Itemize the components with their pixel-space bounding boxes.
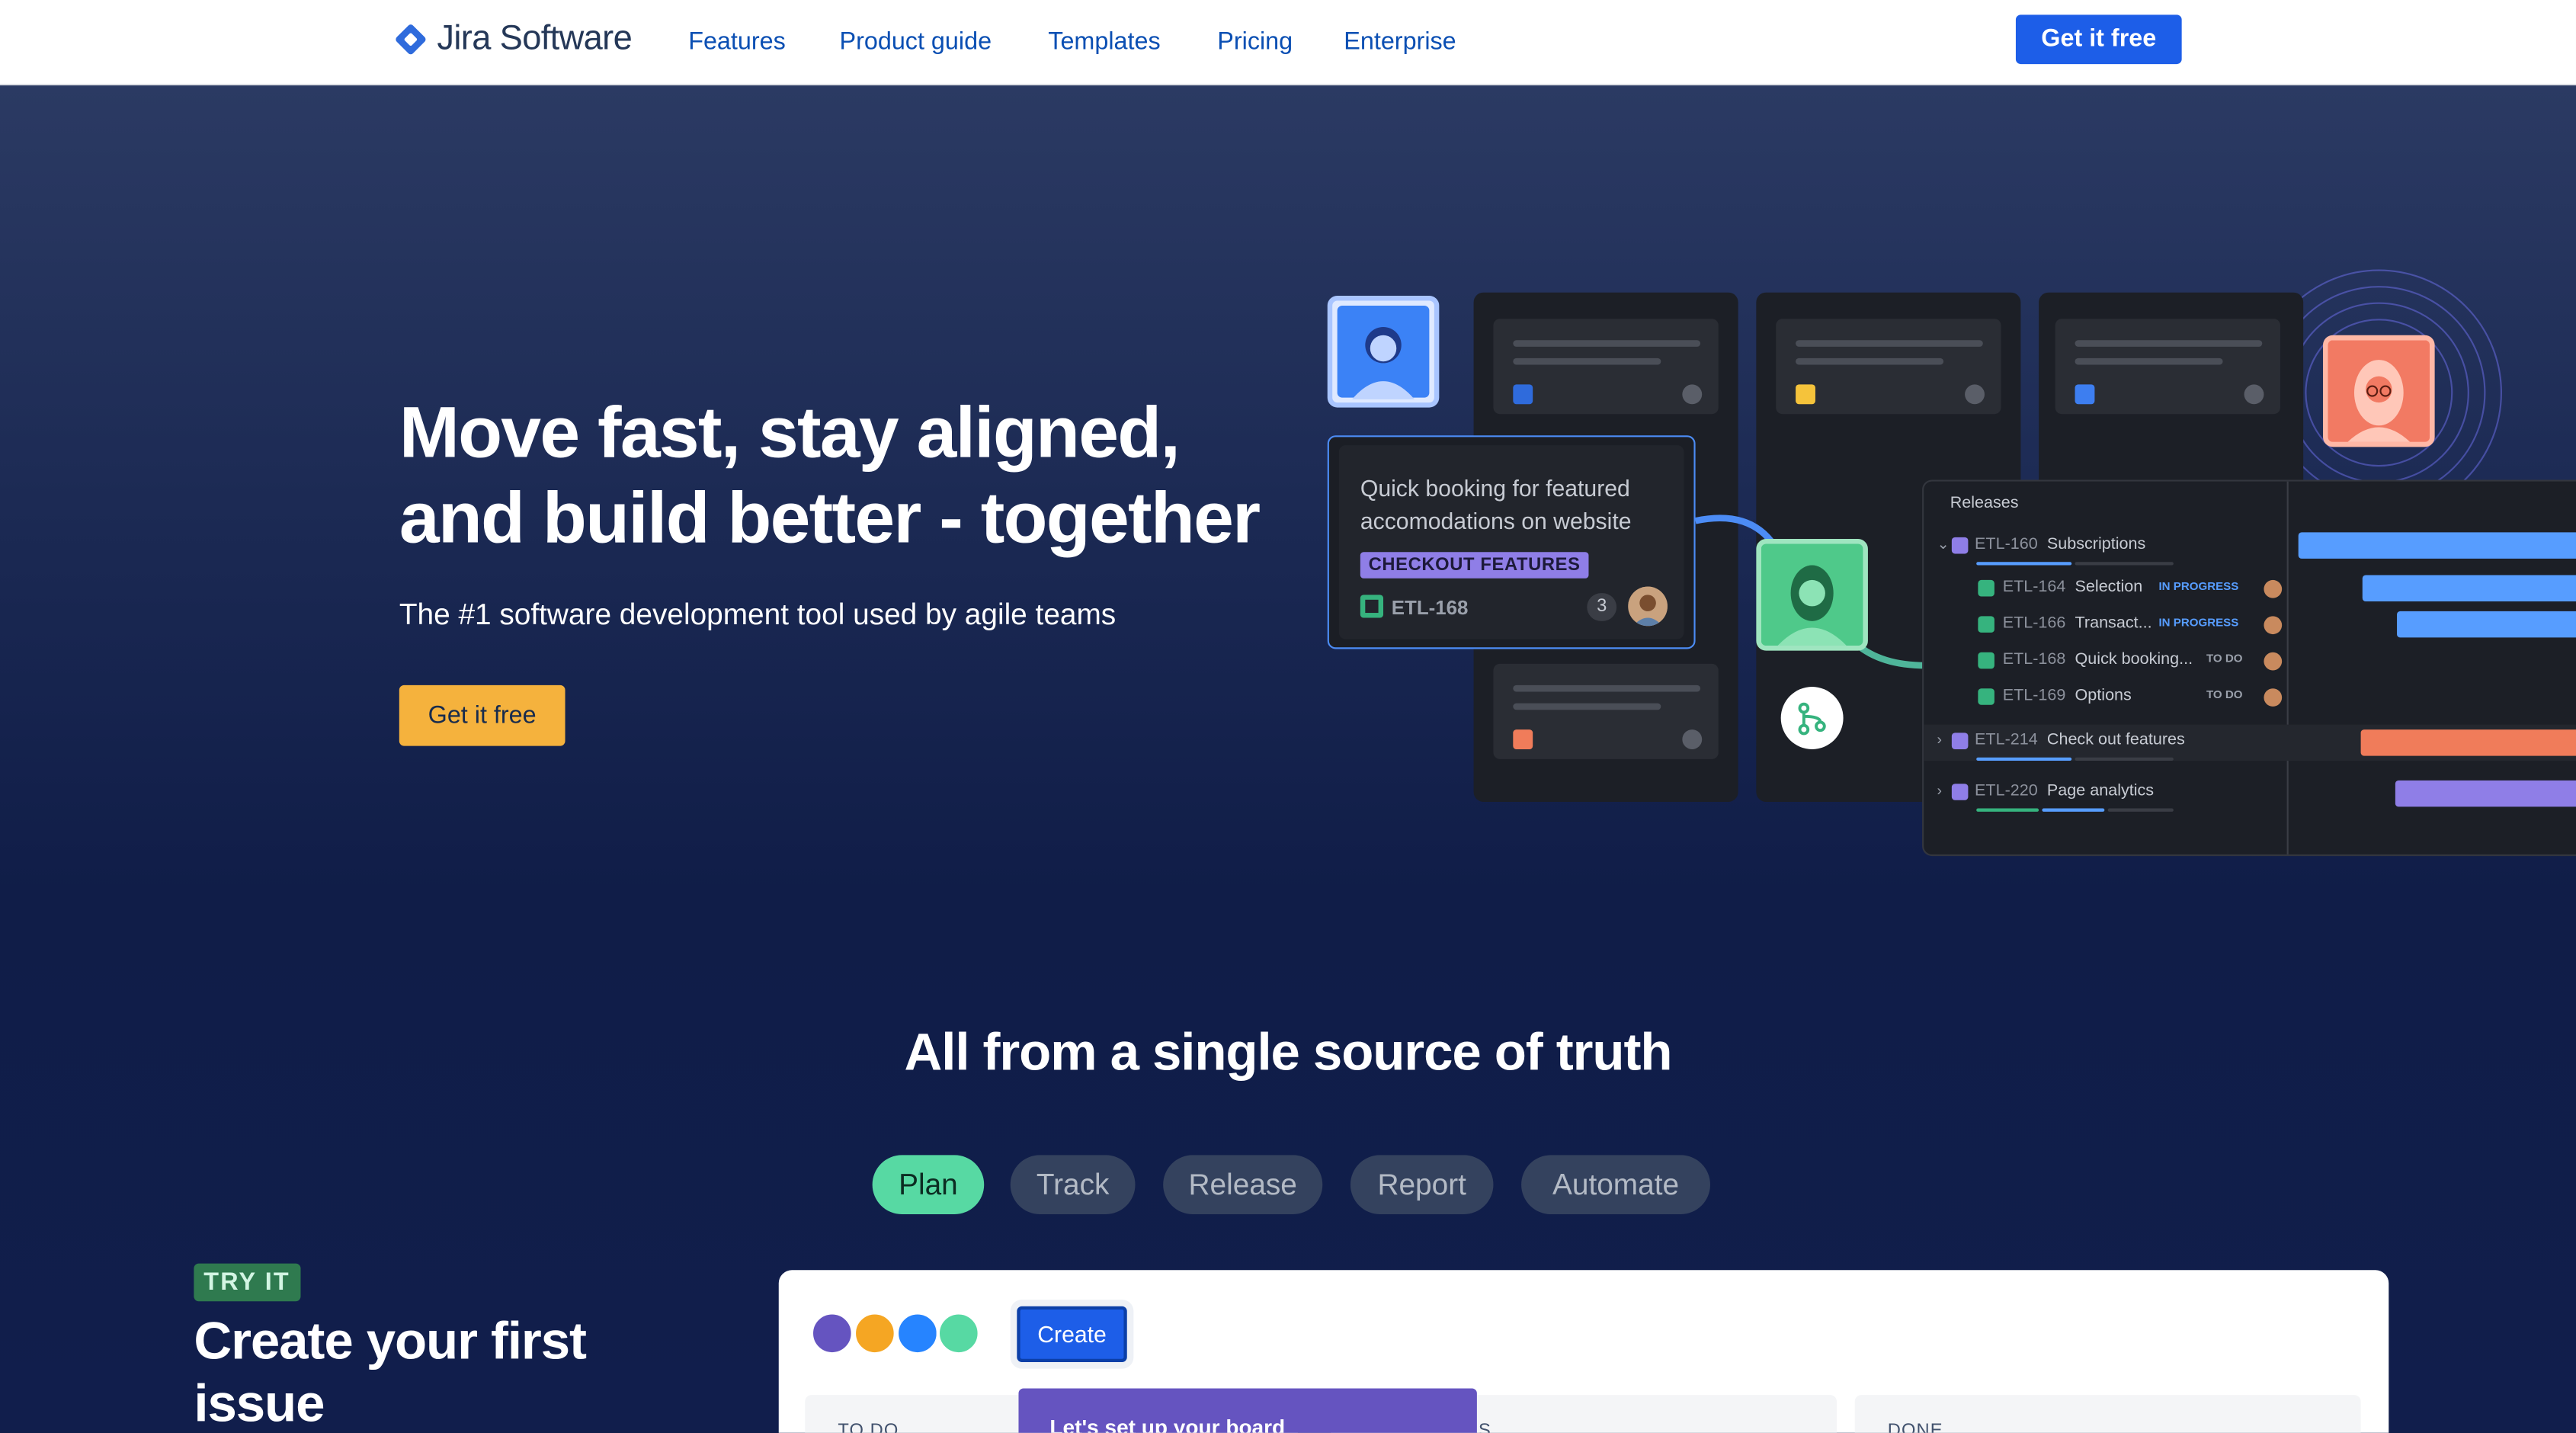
timeline-bar [2362,575,2576,601]
releases-heading: Releases [1950,494,2019,513]
chevron-right-icon: › [1937,782,1942,799]
nav-link-product-guide[interactable]: Product guide [840,28,992,56]
release-name: Transact... [2075,614,2152,633]
status-badge: IN PROGRESS [2158,617,2239,630]
release-name: Check out features [2046,731,2185,749]
user-avatar-green [1756,539,1868,651]
tab-automate[interactable]: Automate [1521,1155,1710,1214]
hero-subtitle: The #1 software development tool used by… [399,598,1117,631]
column-header: S [1479,1421,1491,1433]
progress-bar [1976,562,2072,566]
epic-icon [1951,537,1969,554]
release-key: ETL-214 [1975,731,2038,749]
callout-text: Let's set up your board [1049,1414,1286,1433]
progress-bar [1976,808,2039,812]
release-key: ETL-220 [1975,782,2038,800]
status-badge: TO DO [2206,690,2243,702]
top-navigation: Jira Software Features Product guide Tem… [0,0,2576,86]
status-badge: TO DO [2206,653,2243,666]
timeline-bar [2395,780,2576,807]
releases-panel: Releases ⌄ ETL-160 Subscriptions ETL-164… [1922,479,2576,857]
release-row[interactable]: ETL-166 Transact... IN PROGRESS [1924,608,2289,644]
epic-tag: CHECKOUT FEATURES [1360,552,1589,579]
release-name: Page analytics [2046,782,2155,800]
release-name: Quick booking... [2075,650,2193,669]
mini-card [1776,319,2001,415]
progress-bar-rest [2107,808,2174,812]
hero-title: Move fast, stay aligned, and build bette… [399,393,1261,559]
jira-diamond-icon [394,23,428,56]
progress-bar [2042,808,2105,812]
epic-icon [1951,784,1969,800]
jira-logo[interactable]: Jira Software [394,19,633,59]
logo-text: Jira Software [437,19,633,58]
tab-track[interactable]: Track [1010,1155,1136,1214]
progress-bar-rest [2075,757,2174,761]
user-avatar-red [2323,335,2435,447]
release-row[interactable]: ETL-169 Options TO DO [1924,680,2289,716]
tab-report[interactable]: Report [1350,1155,1494,1214]
column-header: DONE [1887,1421,1943,1433]
release-key: ETL-160 [1975,535,2038,554]
try-title: Create your first issue [194,1311,587,1433]
chevron-right-icon: › [1937,731,1942,748]
status-badge: IN PROGRESS [2158,582,2239,594]
story-icon [1360,595,1384,618]
mini-card [2055,319,2280,415]
story-icon [1978,579,1994,597]
assignee-avatar [2264,579,2283,598]
nav-get-it-free-button[interactable]: Get it free [2015,14,2182,65]
release-key: ETL-164 [2002,578,2066,597]
nav-link-pricing[interactable]: Pricing [1217,28,1293,56]
release-row[interactable]: ETL-168 Quick booking... TO DO [1924,644,2289,680]
demo-board: Create TO DO S DONE Let's set up your bo… [778,1270,2389,1433]
progress-bar [1976,757,2072,761]
timeline-bar [2397,611,2576,638]
onboarding-callout[interactable]: Let's set up your board [1018,1388,1477,1433]
user-avatar-blue [1327,296,1440,408]
release-key: ETL-169 [2002,687,2066,705]
team-avatar [895,1311,940,1356]
team-avatar [852,1311,897,1356]
epic-icon [1951,733,1969,749]
assignee-avatar [2264,688,2283,707]
release-row[interactable]: ⌄ ETL-160 Subscriptions [1924,529,2289,566]
nav-link-features[interactable]: Features [688,28,786,56]
release-key: ETL-168 [2002,650,2066,669]
issue-card-title: Quick booking for featured accomodations… [1360,474,1632,534]
hero-get-it-free-button[interactable]: Get it free [399,684,566,746]
story-icon [1978,652,1994,669]
release-row[interactable]: › ETL-220 Page analytics [1924,775,2289,812]
story-icon [1978,616,1994,633]
nav-link-enterprise[interactable]: Enterprise [1344,28,1456,56]
column-header: TO DO [838,1421,899,1433]
branch-icon [1780,687,1844,749]
release-name: Options [2075,687,2132,705]
team-avatar [936,1311,981,1356]
board-column-done: DONE [1854,1395,2361,1433]
progress-bar-rest [2075,562,2174,566]
release-name: Subscriptions [2046,535,2146,554]
story-points-badge: 3 [1587,593,1617,621]
story-icon [1978,688,1994,705]
try-it-badge: TRY IT [194,1263,300,1302]
release-row[interactable]: ETL-164 Selection IN PROGRESS [1924,572,2289,608]
timeline-bar [2298,532,2576,559]
issue-key: ETL-168 [1391,596,1469,620]
timeline-bar [2360,729,2576,756]
chevron-down-icon: ⌄ [1937,535,1950,553]
assignee-avatar [1628,586,1668,627]
assignee-avatar [2264,652,2283,671]
tab-release[interactable]: Release [1163,1155,1323,1214]
release-name: Selection [2075,578,2143,597]
section-title: All from a single source of truth [904,1021,1673,1082]
mini-card [1493,319,1719,415]
team-avatar [809,1311,854,1356]
create-button[interactable]: Create [1017,1306,1127,1363]
tab-plan[interactable]: Plan [872,1155,985,1214]
nav-link-templates[interactable]: Templates [1048,28,1160,56]
release-key: ETL-166 [2002,614,2066,633]
issue-card[interactable]: Quick booking for featured accomodations… [1327,435,1696,649]
assignee-avatar [2264,616,2283,635]
